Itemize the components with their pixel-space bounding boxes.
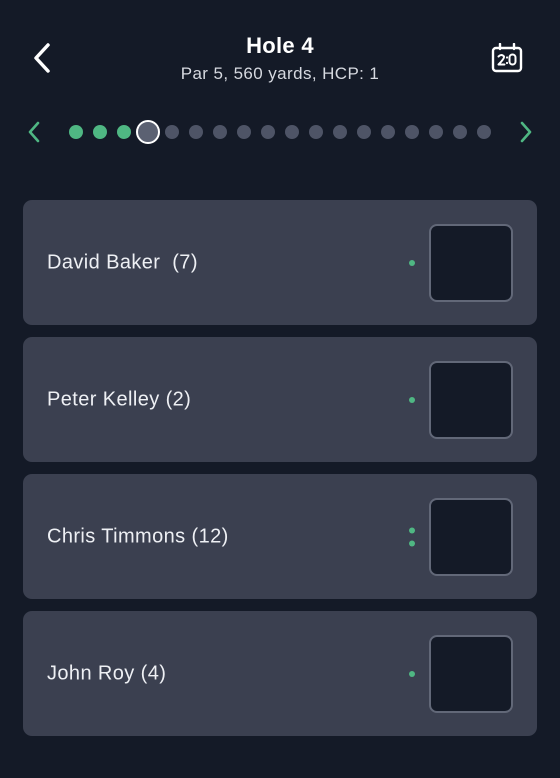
chevron-left-icon: [34, 43, 50, 73]
next-hole-button[interactable]: [512, 118, 540, 146]
handicap-strokes: [409, 396, 415, 403]
stroke-dot: [409, 670, 415, 677]
hole-dot-9[interactable]: [261, 125, 275, 139]
player-card: Peter Kelley (2): [23, 337, 537, 462]
player-card: John Roy (4): [23, 611, 537, 736]
hole-details: Par 5, 560 yards, HCP: 1: [180, 64, 380, 83]
hole-info: Hole 4 Par 5, 560 yards, HCP: 1: [120, 32, 440, 84]
hole-dot-16[interactable]: [429, 125, 443, 139]
score-input[interactable]: [429, 223, 513, 302]
hole-dot-5[interactable]: [165, 125, 179, 139]
hole-dot-2[interactable]: [93, 125, 107, 139]
hole-navigator: [0, 112, 560, 152]
hole-dot-6[interactable]: [189, 125, 203, 139]
scorecard-button[interactable]: [488, 40, 526, 76]
player-name: Peter Kelley (2): [47, 388, 192, 410]
header: Hole 4 Par 5, 560 yards, HCP: 1: [0, 0, 560, 110]
player-name: David Baker (7): [47, 251, 198, 273]
hole-dot-10[interactable]: [285, 125, 299, 139]
stroke-dot: [409, 540, 415, 546]
player-list: David Baker (7) Peter Kelley (2) Chris T…: [23, 200, 537, 748]
scoreboard-icon: [491, 43, 523, 73]
hole-progress-dots: [0, 112, 560, 152]
hole-dot-14[interactable]: [381, 125, 395, 139]
hole-dot-12[interactable]: [333, 125, 347, 139]
score-input[interactable]: [429, 360, 513, 439]
back-button[interactable]: [22, 36, 62, 80]
stroke-dot: [409, 259, 415, 266]
hole-dot-3[interactable]: [117, 125, 131, 139]
hole-dot-15[interactable]: [405, 125, 419, 139]
hole-dot-4[interactable]: [136, 120, 160, 144]
page-title: Hole 4: [246, 33, 314, 58]
handicap-strokes: [409, 527, 415, 546]
hole-dot-7[interactable]: [213, 125, 227, 139]
hole-dot-13[interactable]: [357, 125, 371, 139]
stroke-dot: [409, 527, 415, 533]
player-name: Chris Timmons (12): [47, 525, 229, 547]
stroke-dot: [409, 396, 415, 403]
score-input[interactable]: [429, 497, 513, 576]
player-name: John Roy (4): [47, 662, 167, 684]
hole-dot-17[interactable]: [453, 125, 467, 139]
player-card: Chris Timmons (12): [23, 474, 537, 599]
hole-dot-1[interactable]: [69, 125, 83, 139]
handicap-strokes: [409, 259, 415, 266]
hole-dot-8[interactable]: [237, 125, 251, 139]
hole-dot-11[interactable]: [309, 125, 323, 139]
chevron-right-icon: [520, 121, 532, 143]
hole-dot-18[interactable]: [477, 125, 491, 139]
handicap-strokes: [409, 670, 415, 677]
score-input[interactable]: [429, 634, 513, 713]
player-card: David Baker (7): [23, 200, 537, 325]
